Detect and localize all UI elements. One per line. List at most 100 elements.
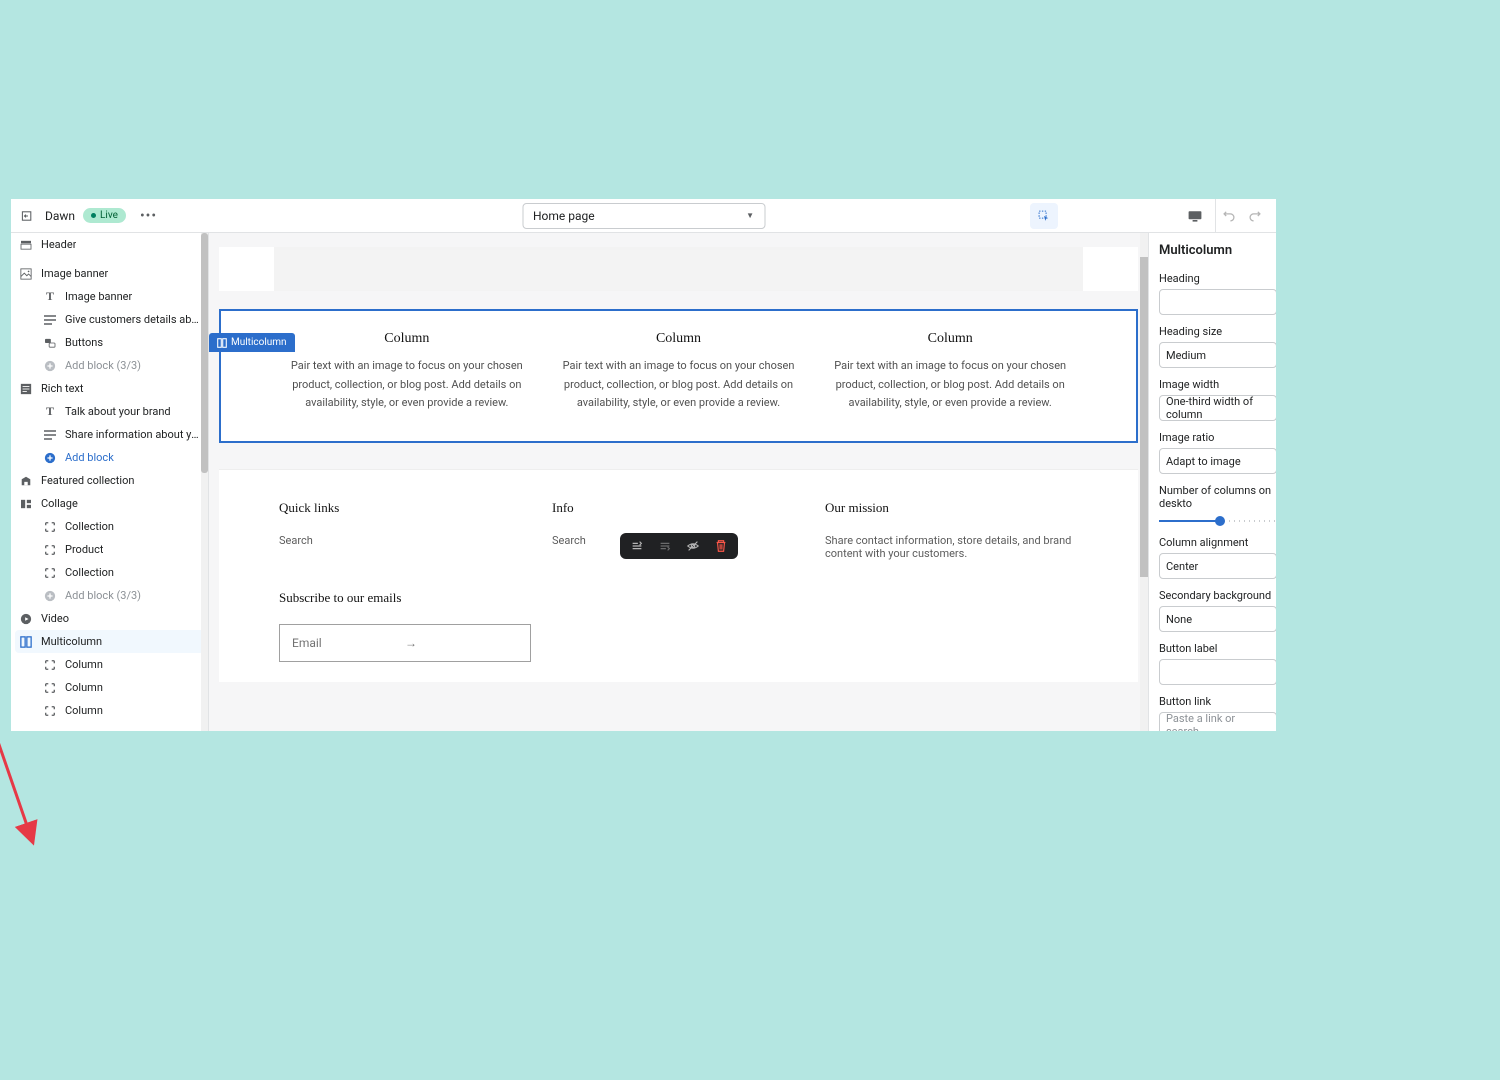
heading-input[interactable] [1159,289,1276,315]
field-label: Number of columns on deskto [1159,484,1276,510]
preview-multicolumn-section[interactable]: Column Pair text with an image to focus … [219,309,1138,443]
more-menu-button[interactable]: ••• [134,208,163,224]
email-input[interactable]: Email → [279,624,531,662]
column-title: Column [281,331,533,347]
tree-child-collage-collection-2[interactable]: Collection [11,561,208,584]
tree-child-richtext-share[interactable]: Share information about your... [11,423,208,446]
canvas-scroll-thumb[interactable] [1140,257,1148,577]
tree-item-featured-collection[interactable]: Featured collection [11,469,208,492]
tree-label: Collection [65,566,114,579]
text-icon: T [43,405,57,419]
footer-heading: Our mission [825,500,1078,516]
richtext-icon [19,382,33,396]
tree-child-richtext-brand[interactable]: T Talk about your brand [11,400,208,423]
hide-section-button[interactable] [686,539,700,553]
tree-label: Collage [41,497,78,510]
settings-panel: Multicolumn Heading Heading size Medium … [1148,233,1276,731]
tree-add-block-image-banner[interactable]: Add block (3/3) [11,354,208,377]
plus-circle-icon [43,589,57,603]
tree-label: Featured collection [41,474,134,487]
tree-item-rich-text[interactable]: Rich text [11,377,208,400]
alignment-select[interactable]: Center [1159,553,1276,579]
tree-label: Buttons [65,336,103,349]
section-tree-sidebar[interactable]: Header Image banner T Image banner Give … [11,233,209,731]
delete-section-button[interactable] [714,539,728,553]
collection-icon [19,474,33,488]
tree-item-video[interactable]: Video [11,607,208,630]
button-label-input[interactable] [1159,659,1276,685]
field-heading: Heading [1159,272,1276,315]
back-button[interactable] [19,207,37,225]
column-title: Column [553,331,805,347]
redo-button[interactable] [1242,199,1268,233]
tree-add-block-richtext[interactable]: Add block [11,446,208,469]
image-ratio-select[interactable]: Adapt to image [1159,448,1276,474]
preview-canvas[interactable]: Multicolumn Column Pair text with an ima… [209,233,1148,731]
field-button-label: Button label [1159,642,1276,685]
tree-child-image-banner-details[interactable]: Give customers details about ... [11,308,208,331]
preview-column-3: Column Pair text with an image to focus … [824,331,1076,413]
multicolumn-icon [217,338,227,348]
tree-label: Add block [65,451,114,464]
field-image-width: Image width One-third width of column [1159,378,1276,421]
page-selector[interactable]: Home page ▼ [522,203,765,229]
tree-label: Rich text [41,382,84,395]
column-body: Pair text with an image to focus on your… [553,357,805,413]
footer-link[interactable]: Search [279,534,532,547]
email-placeholder: Email [292,636,405,650]
sidebar-scrollbar[interactable] [201,233,208,731]
columns-slider[interactable] [1159,516,1276,526]
footer-mission: Our mission Share contact information, s… [825,500,1078,560]
canvas-scrollbar[interactable] [1140,233,1148,731]
tree-label: Image banner [41,267,108,280]
field-secondary-bg: Secondary background None [1159,589,1276,632]
preview-footer: Quick links Search Info Search Our missi… [219,469,1138,580]
tree-child-multicolumn-col-3[interactable]: Column [11,699,208,722]
field-label: Heading [1159,272,1276,285]
block-icon [43,681,57,695]
tree-label: Add block (3/3) [65,359,141,372]
desktop-view-button[interactable] [1183,205,1207,227]
field-label: Button label [1159,642,1276,655]
inspector-toggle-button[interactable] [1030,203,1058,229]
image-width-select[interactable]: One-third width of column [1159,395,1276,421]
move-up-button[interactable] [630,539,644,553]
heading-size-select[interactable]: Medium [1159,342,1276,368]
secondary-bg-select[interactable]: None [1159,606,1276,632]
tree-label: Multicolumn [41,635,102,648]
undo-button[interactable] [1216,199,1242,233]
arrow-right-icon[interactable]: → [405,636,518,650]
tree-item-multicolumn[interactable]: Multicolumn [15,630,204,653]
field-heading-size: Heading size Medium [1159,325,1276,368]
field-alignment: Column alignment Center [1159,536,1276,579]
undo-redo-group [1215,199,1268,233]
section-tag[interactable]: Multicolumn [209,333,295,352]
tree-item-image-banner[interactable]: Image banner [11,262,208,285]
tree-child-collage-collection-1[interactable]: Collection [11,515,208,538]
tree-add-block-collage[interactable]: Add block (3/3) [11,584,208,607]
block-icon [43,543,57,557]
tree-label: Column [65,704,103,717]
topbar-right [1183,199,1268,233]
plus-circle-icon [43,359,57,373]
field-label: Secondary background [1159,589,1276,602]
tree-child-multicolumn-col-2[interactable]: Column [11,676,208,699]
preview-subscribe: Subscribe to our emails Email → [219,580,1138,682]
main-row: Header Image banner T Image banner Give … [11,233,1276,731]
video-icon [19,612,33,626]
button-link-input[interactable]: Paste a link or search [1159,712,1276,731]
column-body: Pair text with an image to focus on your… [281,357,533,413]
tree-item-collage[interactable]: Collage [11,492,208,515]
tree-child-image-banner-text[interactable]: T Image banner [11,285,208,308]
tree-item-header[interactable]: Header [11,233,208,256]
sidebar-scroll-thumb[interactable] [201,233,208,473]
live-badge: Live [83,208,126,223]
move-down-button[interactable] [658,539,672,553]
tree-child-image-banner-buttons[interactable]: Buttons [11,331,208,354]
tree-child-collage-product[interactable]: Product [11,538,208,561]
preview-prev-section [274,247,1083,291]
slider-thumb[interactable] [1215,516,1225,526]
live-badge-label: Live [100,210,118,221]
block-icon [43,566,57,580]
tree-child-multicolumn-col-1[interactable]: Column [11,653,208,676]
